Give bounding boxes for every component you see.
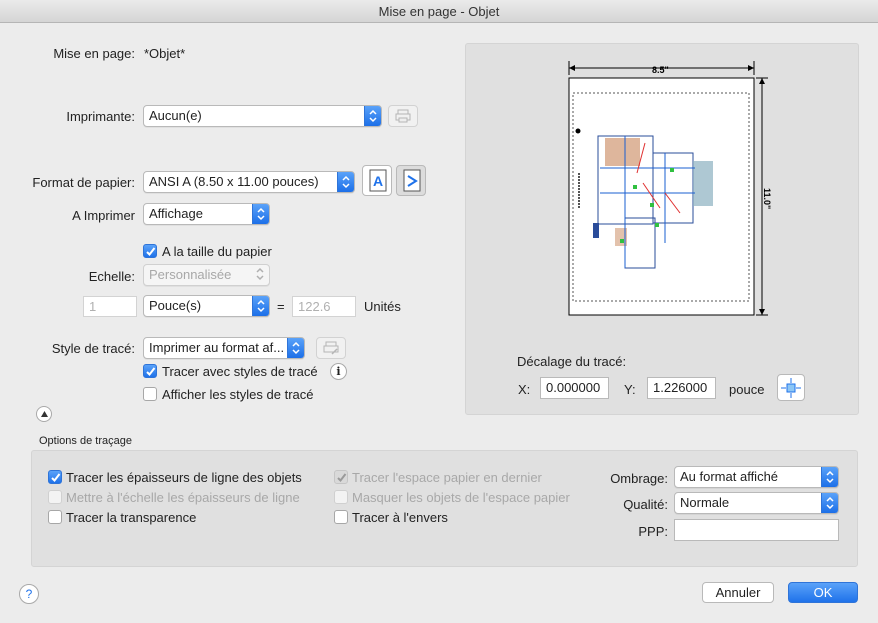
help-button[interactable]: ? (19, 584, 39, 604)
offset-x-input[interactable]: 0.000000 (540, 377, 609, 399)
plot-transparency-label: Tracer la transparence (66, 510, 197, 525)
chevron-updown-icon (287, 338, 304, 358)
printer-select-value: Aucun(e) (149, 108, 202, 123)
plot-lineweights-label: Tracer les épaisseurs de ligne des objet… (66, 470, 302, 485)
printer-properties-icon (395, 109, 411, 123)
show-plot-styles-checkbox[interactable] (143, 387, 157, 401)
chevron-updown-icon (821, 467, 838, 487)
paperspace-last-checkbox[interactable] (334, 470, 348, 484)
scale-unit-value: Pouce(s) (149, 298, 202, 313)
offset-unit-label: pouce (729, 382, 765, 397)
show-plot-styles-label: Afficher les styles de tracé (162, 387, 314, 402)
center-plot-icon (781, 378, 801, 398)
cancel-button[interactable]: Annuler (702, 582, 774, 603)
layout-label: Mise en page: (53, 46, 135, 61)
dpi-input[interactable] (674, 519, 839, 541)
chevron-updown-icon (252, 296, 269, 316)
plot-style-value: Imprimer au format af... (149, 340, 285, 355)
shade-select[interactable]: Au format affiché (674, 466, 839, 488)
paper-size-label: Format de papier: (32, 175, 135, 190)
hide-paperspace-label: Masquer les objets de l'espace papier (352, 490, 570, 505)
scale-label: Echelle: (88, 269, 135, 284)
checkmark-icon (51, 473, 61, 483)
scale-select[interactable]: Personnalisée (143, 264, 270, 286)
plot-transparency-checkbox[interactable] (48, 510, 62, 524)
equals-sign: = (277, 299, 285, 314)
edit-plot-style-button[interactable] (316, 337, 346, 359)
plot-style-select[interactable]: Imprimer au format af... (143, 337, 305, 359)
chevron-updown-icon (364, 106, 381, 126)
chevron-updown-icon (821, 493, 838, 513)
landscape-orientation-icon (403, 169, 421, 192)
plot-with-styles-label: Tracer avec styles de tracé (162, 364, 318, 379)
scale-unit-select[interactable]: Pouce(s) (143, 295, 270, 317)
landscape-orientation-button[interactable] (396, 165, 426, 196)
shade-label: Ombrage: (610, 471, 668, 486)
paper-width-label: 8.5" (652, 65, 669, 75)
center-plot-button[interactable] (777, 374, 805, 401)
plot-offset-label: Décalage du tracé: (517, 354, 627, 369)
page-preview: 8.5" 11.0" (568, 61, 772, 316)
collapse-button[interactable] (36, 406, 52, 422)
scale-lineweights-checkbox[interactable] (48, 490, 62, 504)
shade-value: Au format affiché (680, 469, 779, 484)
paperspace-last-label: Tracer l'espace papier en dernier (352, 470, 542, 485)
edit-plot-style-icon (323, 341, 339, 355)
portrait-orientation-button[interactable]: A (362, 165, 392, 196)
portrait-orientation-icon: A (369, 169, 387, 192)
svg-text:A: A (373, 173, 383, 189)
printer-properties-button[interactable] (388, 105, 418, 127)
quality-label: Qualité: (623, 497, 668, 512)
dpi-label: PPP: (638, 524, 668, 539)
chevron-updown-icon (252, 204, 269, 224)
options-title: Options de traçage (39, 435, 132, 447)
fit-to-paper-label: A la taille du papier (162, 244, 272, 259)
layout-name: *Objet* (144, 46, 186, 61)
plot-area-label: A Imprimer (72, 208, 135, 223)
scale-value2-input[interactable]: 122.6 (292, 296, 356, 317)
window-title: Mise en page - Objet (0, 0, 878, 23)
plot-upside-down-checkbox[interactable] (334, 510, 348, 524)
quality-value: Normale (680, 495, 730, 510)
checkmark-icon (146, 367, 156, 377)
paper-size-select[interactable]: ANSI A (8.50 x 11.00 pouces) (143, 171, 355, 193)
chevron-updown-icon (252, 265, 269, 285)
plot-area-select[interactable]: Affichage (143, 203, 270, 225)
printer-label: Imprimante: (66, 109, 135, 124)
paper-size-value: ANSI A (8.50 x 11.00 pouces) (149, 174, 319, 189)
info-icon[interactable]: i (330, 363, 347, 380)
plot-lineweights-checkbox[interactable] (48, 470, 62, 484)
fit-to-paper-checkbox[interactable] (143, 244, 157, 258)
offset-y-input[interactable]: 1.226000 (647, 377, 716, 399)
scale-value1-input[interactable]: 1 (83, 296, 137, 317)
plot-with-styles-checkbox[interactable] (143, 364, 157, 378)
checkmark-icon (337, 473, 347, 483)
ok-button[interactable]: OK (788, 582, 858, 603)
plot-upside-down-label: Tracer à l'envers (352, 510, 448, 525)
offset-y-label: Y: (624, 382, 636, 397)
checkmark-icon (146, 247, 156, 257)
scale-value: Personnalisée (149, 267, 232, 282)
chevron-updown-icon (337, 172, 354, 192)
offset-x-label: X: (518, 382, 531, 397)
plot-area-value: Affichage (149, 206, 203, 221)
scale-lineweights-label: Mettre à l'échelle les épaisseurs de lig… (66, 490, 300, 505)
plot-style-label: Style de tracé: (51, 341, 135, 356)
hide-paperspace-checkbox[interactable] (334, 490, 348, 504)
collapse-triangle-icon (41, 411, 48, 417)
units-label: Unités (364, 299, 401, 314)
quality-select[interactable]: Normale (674, 492, 839, 514)
printer-select[interactable]: Aucun(e) (143, 105, 382, 127)
paper-height-label: 11.0" (762, 188, 772, 209)
